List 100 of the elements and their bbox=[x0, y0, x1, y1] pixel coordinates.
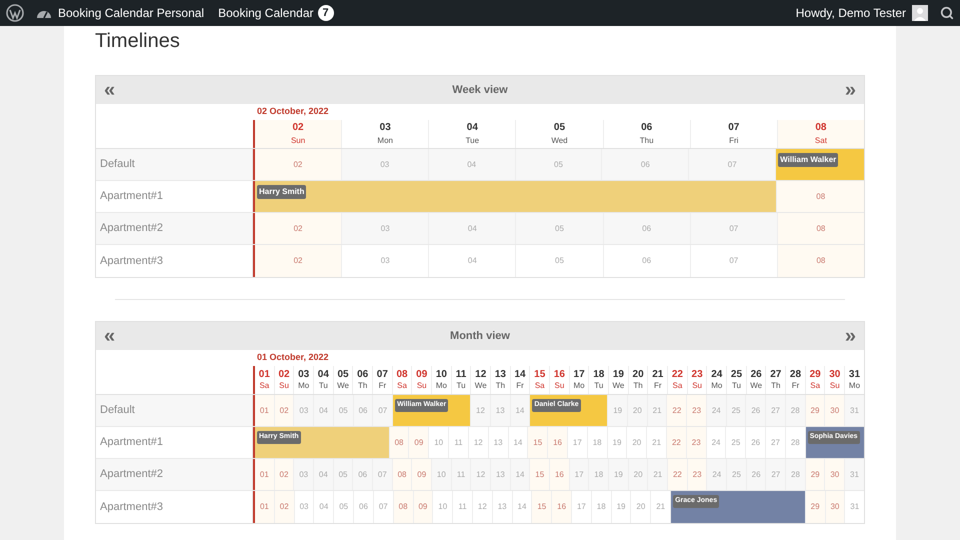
day-number: 14 bbox=[515, 404, 524, 416]
booking-bar[interactable]: Harry Smith bbox=[253, 181, 776, 212]
day-number: 09 bbox=[418, 501, 428, 513]
day-header: 25 Tu bbox=[726, 366, 746, 394]
day-number: 29 bbox=[810, 468, 820, 480]
day-number: 12 bbox=[474, 436, 483, 448]
day-number: 10 bbox=[434, 436, 444, 448]
day-number: 16 bbox=[553, 436, 562, 448]
day-number: 23 bbox=[692, 436, 701, 448]
day-number: 07 bbox=[378, 501, 388, 513]
day-number: 30 bbox=[830, 468, 840, 480]
day-number: 08 bbox=[816, 222, 826, 234]
day-number: 13 bbox=[494, 436, 503, 448]
day-header: 16 Su bbox=[549, 366, 569, 394]
day-number: 20 bbox=[634, 468, 643, 480]
previous-button[interactable]: « bbox=[104, 326, 116, 346]
day-number: 14 bbox=[513, 436, 522, 448]
day-number: 06 bbox=[358, 404, 368, 416]
day-header: 04 Tu bbox=[313, 366, 333, 394]
day-header: 06 Th bbox=[352, 366, 372, 394]
day-number: 07 bbox=[378, 468, 387, 480]
day-header: 05 We bbox=[332, 366, 352, 394]
day-number: 08 bbox=[398, 468, 406, 480]
day-number: 24 bbox=[712, 404, 721, 416]
day-number: 03 bbox=[380, 255, 390, 267]
day-header: 15 Sa bbox=[529, 366, 550, 394]
day-number: 18 bbox=[594, 468, 604, 480]
day-number: 12 bbox=[476, 404, 485, 416]
day-header: 30 Su bbox=[824, 366, 844, 394]
day-number: 05 bbox=[555, 222, 564, 234]
date-label: 01 October, 2022 bbox=[257, 351, 329, 364]
day-number: 10 bbox=[438, 501, 448, 513]
booking-bar[interactable]: William Walker bbox=[775, 149, 864, 180]
day-header: 28 Fr bbox=[785, 366, 805, 394]
day-header: 31 Mo bbox=[844, 366, 864, 394]
day-number: 17 bbox=[572, 436, 582, 448]
day-number: 07 bbox=[729, 255, 738, 267]
day-number: 04 bbox=[468, 255, 477, 267]
next-button[interactable]: » bbox=[844, 80, 856, 100]
day-number: 15 bbox=[533, 436, 542, 448]
site-link[interactable]: Booking Calendar Personal bbox=[58, 4, 204, 22]
day-number: 30 bbox=[830, 404, 840, 416]
day-number: 14 bbox=[516, 468, 525, 480]
day-number: 01 bbox=[260, 468, 269, 480]
user-greeting[interactable]: Howdy, Demo Tester bbox=[796, 4, 906, 22]
previous-button[interactable]: « bbox=[104, 80, 116, 100]
day-header: 29 Sa bbox=[804, 366, 824, 394]
day-header: 27 Th bbox=[765, 366, 786, 394]
day-number: 04 bbox=[467, 158, 476, 170]
day-number: 03 bbox=[380, 222, 390, 234]
day-number: 19 bbox=[612, 436, 622, 448]
day-number: 29 bbox=[810, 501, 820, 513]
day-number: 18 bbox=[596, 501, 606, 513]
day-number: 18 bbox=[592, 436, 602, 448]
wordpress-logo-icon[interactable] bbox=[6, 4, 24, 22]
day-number: 12 bbox=[476, 468, 486, 480]
day-header: 19 We bbox=[608, 366, 628, 394]
day-number: 22 bbox=[672, 468, 682, 480]
day-number: 13 bbox=[498, 501, 507, 513]
day-number: 26 bbox=[751, 436, 760, 448]
day-header: 02 Sun bbox=[253, 120, 342, 148]
day-number: 28 bbox=[790, 436, 800, 448]
day-number: 26 bbox=[751, 404, 760, 416]
day-header: 08 Sa bbox=[392, 366, 412, 394]
day-number: 04 bbox=[319, 501, 328, 513]
day-number: 26 bbox=[752, 468, 761, 480]
date-label: 02 October, 2022 bbox=[257, 105, 329, 118]
day-header: 10 Mo bbox=[431, 366, 451, 394]
day-number: 30 bbox=[830, 501, 840, 513]
day-number: 14 bbox=[518, 501, 526, 513]
day-header: 04 Tue bbox=[428, 120, 516, 148]
resource-name: Apartment#2 bbox=[100, 221, 163, 236]
day-number: 02 bbox=[280, 468, 288, 480]
day-number: 07 bbox=[378, 404, 388, 416]
day-number: 03 bbox=[300, 501, 308, 513]
day-header: 14 Fr bbox=[510, 366, 530, 394]
day-number: 27 bbox=[771, 436, 780, 448]
day-number: 05 bbox=[338, 468, 348, 480]
day-header: 12 We bbox=[470, 366, 490, 394]
day-header: 13 Th bbox=[490, 366, 510, 394]
day-number: 11 bbox=[456, 468, 466, 480]
day-number: 06 bbox=[358, 468, 368, 480]
day-header: 11 Tu bbox=[450, 366, 470, 394]
view-title: Month view bbox=[450, 328, 510, 344]
day-number: 08 bbox=[394, 436, 404, 448]
day-number: 15 bbox=[535, 468, 544, 480]
next-button[interactable]: » bbox=[844, 326, 856, 346]
day-number: 06 bbox=[642, 222, 652, 234]
day-header: 08 Sat bbox=[776, 120, 864, 148]
day-number: 15 bbox=[537, 501, 546, 513]
day-number: 13 bbox=[496, 404, 505, 416]
plugin-link[interactable]: Booking Calendar bbox=[218, 4, 314, 22]
day-number: 06 bbox=[642, 255, 652, 267]
day-number: 16 bbox=[557, 501, 566, 513]
day-header: 17 Mo bbox=[568, 366, 588, 394]
search-icon[interactable] bbox=[940, 6, 954, 20]
day-number: 20 bbox=[632, 436, 642, 448]
resource-name: Apartment#3 bbox=[100, 500, 163, 515]
day-number: 25 bbox=[732, 468, 741, 480]
day-number: 09 bbox=[417, 468, 426, 480]
